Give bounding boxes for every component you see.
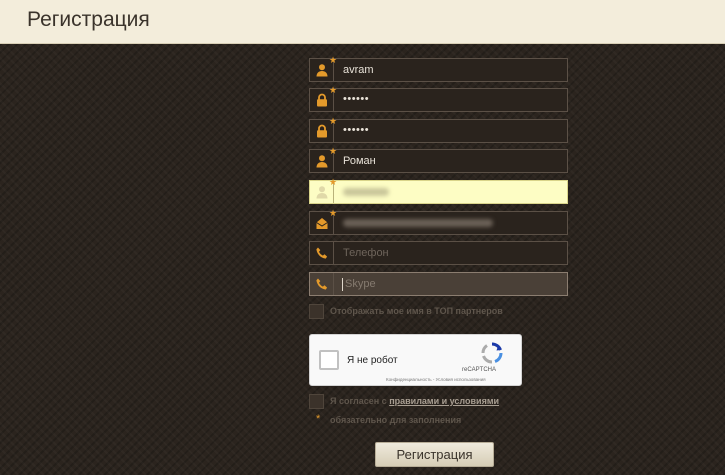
text-cursor: [342, 278, 343, 291]
phone-placeholder: Телефон: [343, 247, 389, 259]
required-star-icon: ★: [329, 116, 338, 126]
agree-terms-checkbox[interactable]: [309, 394, 324, 409]
show-name-top-checkbox[interactable]: [309, 304, 324, 319]
login-field[interactable]: ★ avram: [309, 55, 568, 82]
email-blurred-value: [343, 219, 493, 227]
recaptcha-terms[interactable]: Конфиденциальность - Условия использован…: [386, 377, 486, 382]
required-note: * обязательно для заполнения: [309, 413, 568, 425]
required-star-icon: ★: [329, 177, 338, 187]
password-field[interactable]: ★ ••••••: [309, 85, 568, 112]
page-title: Регистрация: [27, 8, 150, 31]
register-submit-button[interactable]: Регистрация: [375, 442, 494, 467]
show-name-top-row: Отображать мое имя в ТОП партнеров: [309, 304, 568, 320]
required-note-text: обязательно для заполнения: [330, 415, 462, 425]
recaptcha-logo-icon: [480, 341, 504, 365]
password-confirm-field[interactable]: ★ ••••••: [309, 116, 568, 143]
required-star-icon: *: [316, 413, 321, 425]
required-star-icon: ★: [329, 146, 338, 156]
password-value: ••••••: [343, 93, 370, 105]
show-name-top-label: Отображать мое имя в ТОП партнеров: [330, 306, 503, 316]
page-header: Регистрация: [0, 0, 725, 44]
recaptcha-widget: Я не робот reCAPTCHA Конфиденциальность …: [309, 334, 522, 386]
phone-field[interactable]: Телефон: [309, 241, 568, 265]
agree-terms-label: Я согласен с правилами и условиями: [330, 396, 499, 406]
password-confirm-value: ••••••: [343, 124, 370, 136]
login-value: avram: [343, 64, 374, 76]
skype-placeholder: Skype: [345, 278, 376, 290]
recaptcha-checkbox[interactable]: [319, 350, 339, 370]
agree-terms-row: Я согласен с правилами и условиями: [309, 394, 568, 410]
required-star-icon: ★: [329, 85, 338, 95]
phone-icon: [310, 242, 334, 264]
last-name-field[interactable]: ★: [309, 177, 568, 204]
required-star-icon: ★: [329, 55, 338, 65]
skype-field[interactable]: Skype: [309, 272, 568, 296]
phone-icon: [310, 273, 334, 295]
required-star-icon: ★: [329, 208, 338, 218]
first-name-field[interactable]: ★ Роман: [309, 146, 568, 173]
recaptcha-brand: reCAPTCHA: [462, 367, 497, 373]
first-name-value: Роман: [343, 155, 376, 167]
recaptcha-label: Я не робот: [347, 355, 398, 366]
terms-link[interactable]: правилами и условиями: [389, 396, 499, 406]
agree-prefix: Я согласен с: [330, 396, 390, 406]
last-name-blurred-value: [343, 188, 389, 196]
email-field[interactable]: ★: [309, 208, 568, 235]
